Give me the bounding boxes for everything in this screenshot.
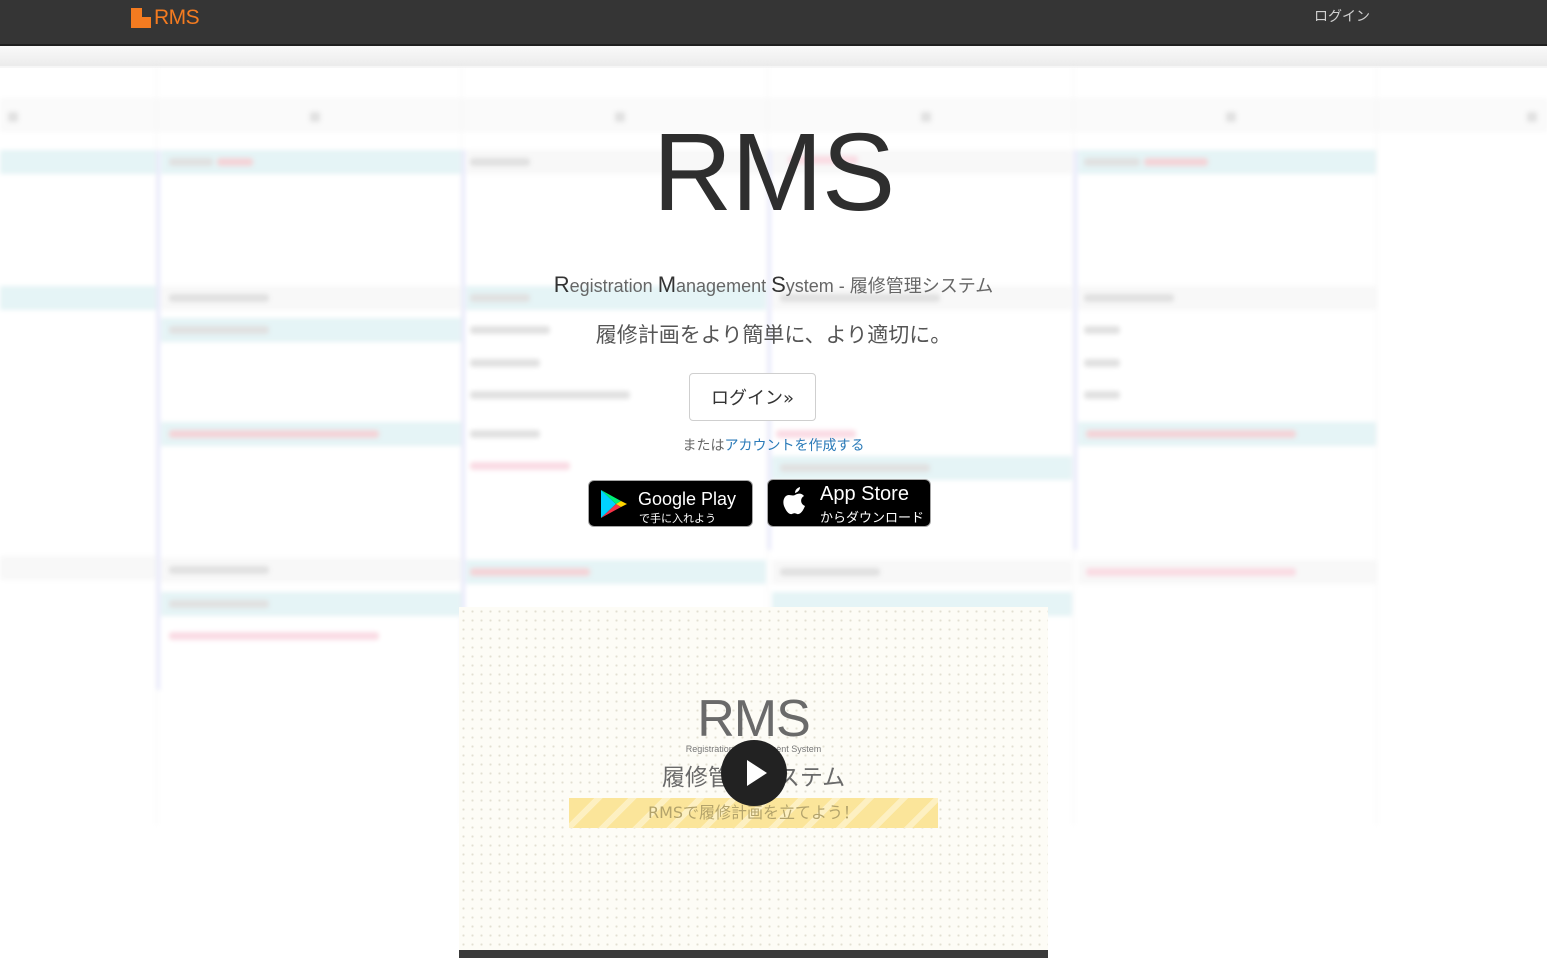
hero-tagline: 履修計画をより簡単に、より適切に。 [595, 323, 952, 347]
brand-logo[interactable]: RMS [131, 6, 200, 29]
google-play-caption: で手に入れよう [639, 512, 716, 525]
google-play-button[interactable]: Google Play で手に入れよう [588, 480, 753, 527]
google-play-title: Google Play [638, 489, 737, 509]
background-shadow [0, 46, 1547, 68]
create-account-link[interactable]: アカウントを作成する [725, 438, 865, 454]
login-button[interactable]: ログイン» [689, 373, 816, 421]
play-icon[interactable] [721, 740, 787, 806]
brand-text: RMS [154, 6, 200, 29]
app-store-title: App Store [820, 483, 909, 505]
navbar: RMS ログイン [0, 0, 1547, 46]
nav-login-link[interactable]: ログイン [1314, 6, 1370, 26]
create-account-line: またはアカウントを作成する [0, 435, 1547, 455]
brand-mark-icon [131, 8, 151, 28]
google-play-icon [601, 490, 627, 518]
apple-icon [783, 487, 805, 515]
video-control-bar[interactable] [459, 950, 1048, 958]
app-store-caption: からダウンロード [820, 511, 925, 526]
intro-video[interactable]: RMS Registration Management System 履修管理シ… [459, 607, 1048, 958]
hero-title: RMS [652, 111, 895, 234]
app-store-button[interactable]: App Store からダウンロード [767, 479, 931, 527]
hero-subtitle: Registration Management System - 履修管理システ… [553, 272, 994, 297]
or-text: または [682, 438, 725, 454]
